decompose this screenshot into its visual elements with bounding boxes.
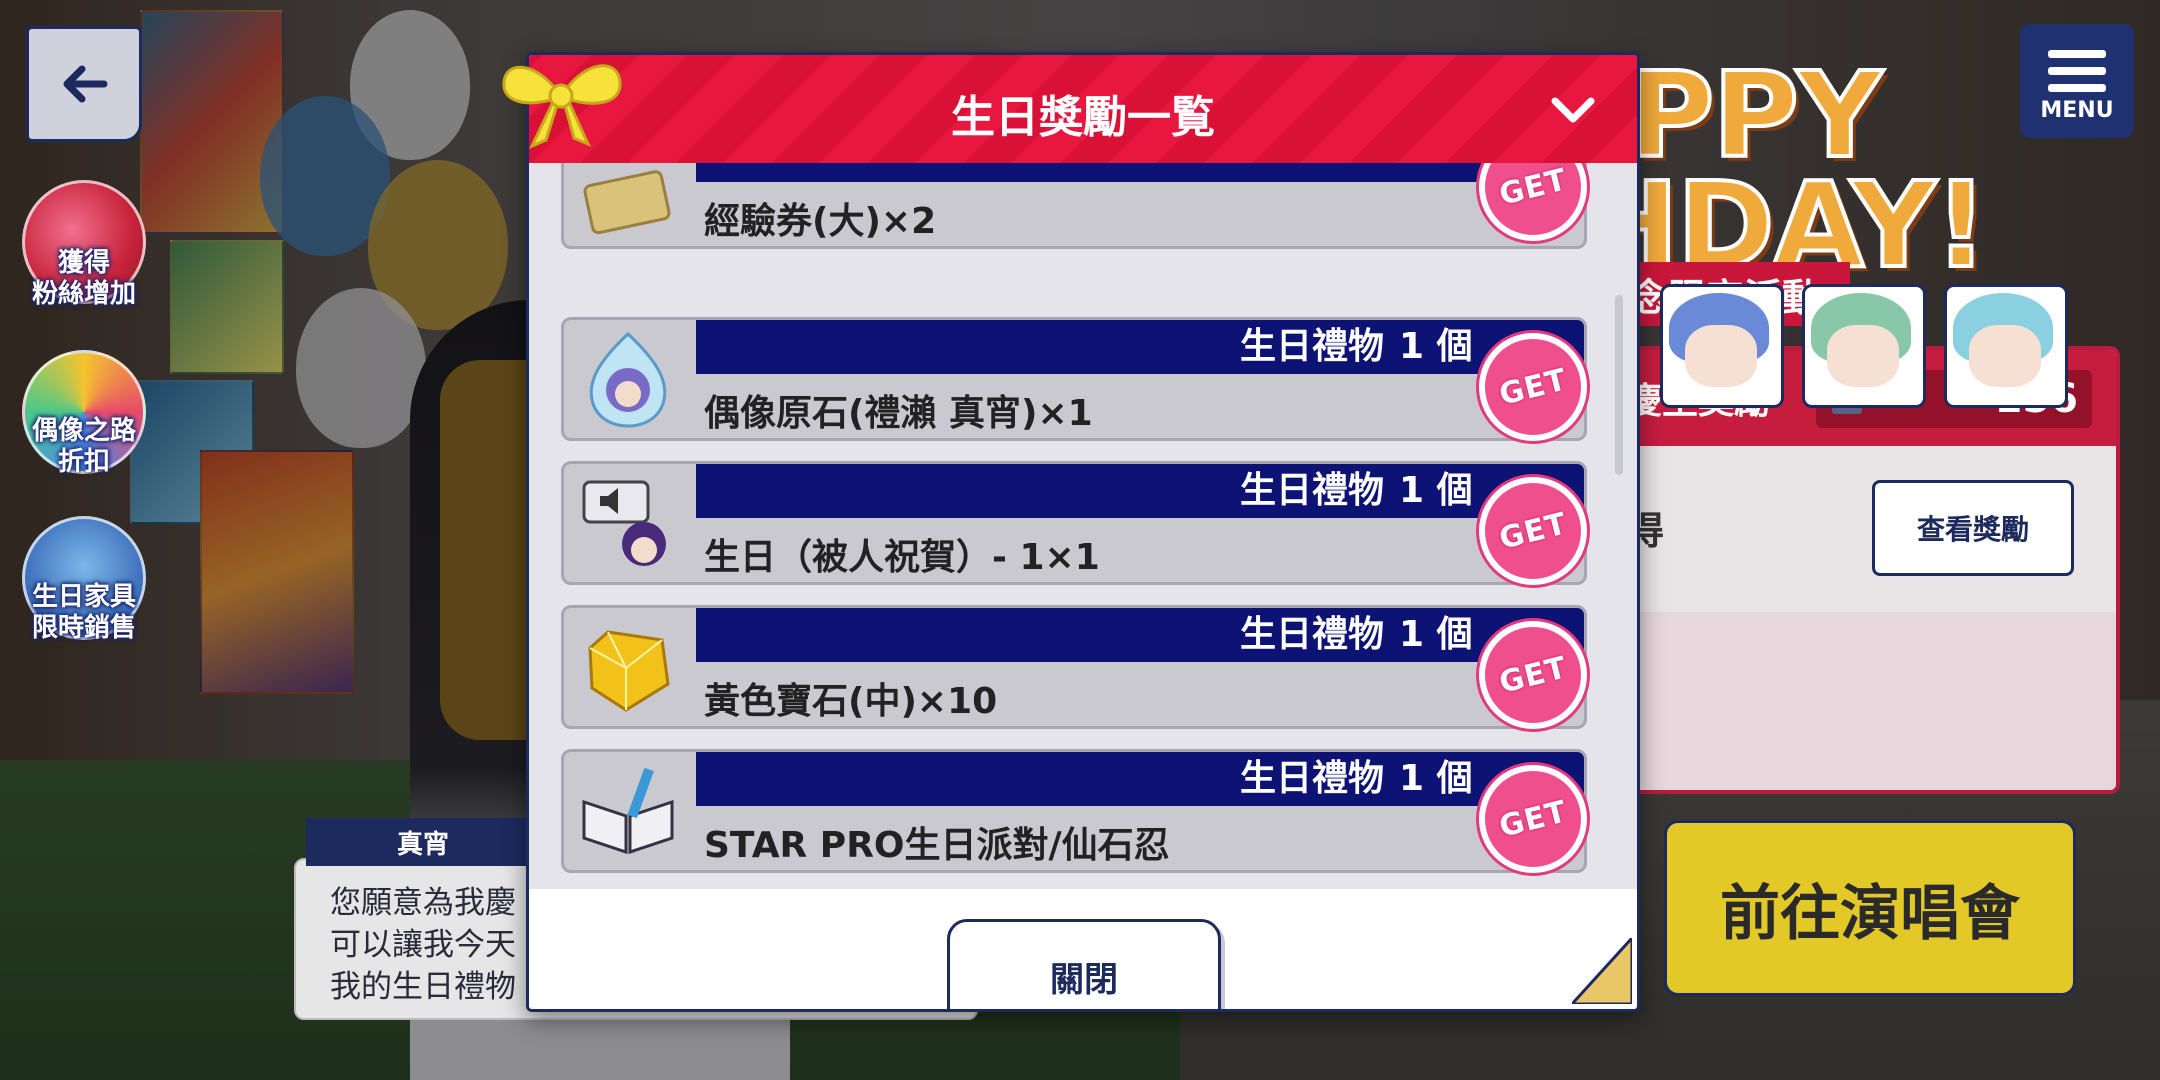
ribbon-bow-icon: [502, 64, 622, 149]
close-button[interactable]: 關閉: [947, 919, 1221, 1009]
chevron-down-icon[interactable]: [1545, 83, 1601, 139]
avatar[interactable]: [1802, 284, 1926, 408]
book-icon: [582, 767, 674, 855]
item-category: 生日禮物: [1239, 470, 1384, 511]
reward-item: 生日禮物 1 個 STAR PRO生日派對/仙石忍: [561, 749, 1587, 873]
side-button-fan-boost[interactable]: 獲得 粉絲增加: [20, 180, 148, 309]
get-badge[interactable]: GET: [1479, 765, 1587, 873]
side-button-label: 偶像之路 折扣: [31, 416, 136, 477]
corner-tab-icon: [1572, 938, 1632, 1004]
ticket-icon: [583, 170, 671, 235]
item-name: STAR PRO生日派對/仙石忍: [704, 825, 1170, 866]
scrollbar[interactable]: [1615, 295, 1623, 475]
item-quantity: 1 個: [1399, 614, 1473, 655]
item-quantity: 1 個: [1399, 326, 1473, 367]
item-quantity: 1 個: [1399, 758, 1473, 799]
side-button-label: 生日家具 限時銷售: [31, 582, 136, 643]
item-name: 偶像原石(禮瀨 真宵)×1: [704, 393, 1093, 434]
item-quantity: 1 個: [1399, 470, 1473, 511]
arrow-left-icon: [63, 65, 108, 103]
modal-title: 生日獎勵一覧: [951, 92, 1215, 143]
menu-label: MENU: [2040, 98, 2114, 123]
reward-item: 生日禮物 1 個 偶像原石(禮瀨 真宵)×1: [561, 317, 1587, 441]
happy-birthday-title: PPY HDAY!: [1578, 46, 1990, 286]
item-category: 生日禮物: [1239, 614, 1384, 655]
modal-footer: 關閉: [529, 889, 1637, 1009]
item-category-band: [696, 163, 1584, 182]
side-button-idol-road[interactable]: 偶像之路 折扣: [20, 350, 148, 477]
side-button-label: 獲得 粉絲增加: [31, 248, 136, 309]
modal-header: 生日獎勵一覧: [529, 55, 1637, 163]
reward-list[interactable]: 經驗券(大)×2 GET 生日禮物 1 個 偶像原石(禮瀨 真宵)×1 GET …: [529, 163, 1637, 889]
birthday-reward-panel: 慶生獎勵 156 得 查看獎勵: [1600, 346, 2120, 794]
item-name: 經驗券(大)×2: [704, 201, 937, 242]
reward-item: 生日禮物 1 個 黃色寶石(中)×10: [561, 605, 1587, 729]
back-button[interactable]: [26, 26, 142, 142]
happy-birthday-title-line1: PPY: [1626, 46, 1884, 184]
go-to-concert-button[interactable]: 前往演唱會: [1664, 820, 2076, 996]
get-badge[interactable]: GET: [1479, 621, 1587, 729]
reward-item: 經驗券(大)×2: [561, 163, 1587, 249]
character-strip: [1604, 612, 2116, 790]
voice-icon: [582, 480, 666, 566]
avatar[interactable]: [1660, 284, 1784, 408]
menu-button[interactable]: MENU: [2020, 24, 2134, 138]
get-badge[interactable]: GET: [1479, 333, 1587, 441]
idol-stone-icon: [589, 331, 667, 428]
reward-item: 生日禮物 1 個 生日（被人祝賀）- 1×1: [561, 461, 1587, 585]
item-name: 黃色寶石(中)×10: [704, 681, 998, 722]
dialogue-speaker: 真宵: [306, 818, 540, 866]
item-category: 生日禮物: [1239, 326, 1384, 367]
birthday-reward-list-modal: 生日獎勵一覧 經驗券(大)×2 GET 生日禮物 1 個 偶像原石(禮瀨 真宵)…: [526, 52, 1640, 1012]
view-rewards-button[interactable]: 查看獎勵: [1872, 480, 2074, 576]
hamburger-icon: [2048, 50, 2106, 101]
avatar[interactable]: [1944, 284, 2068, 408]
side-button-furniture-sale[interactable]: 生日家具 限時銷售: [20, 516, 148, 643]
get-badge[interactable]: GET: [1479, 477, 1587, 585]
item-category: 生日禮物: [1239, 758, 1384, 799]
item-name: 生日（被人祝賀）- 1×1: [704, 537, 1100, 578]
dialogue-text: 您願意為我慶 可以讓我今天 我的生日禮物: [330, 885, 516, 1005]
yellow-gem-icon: [588, 630, 670, 712]
